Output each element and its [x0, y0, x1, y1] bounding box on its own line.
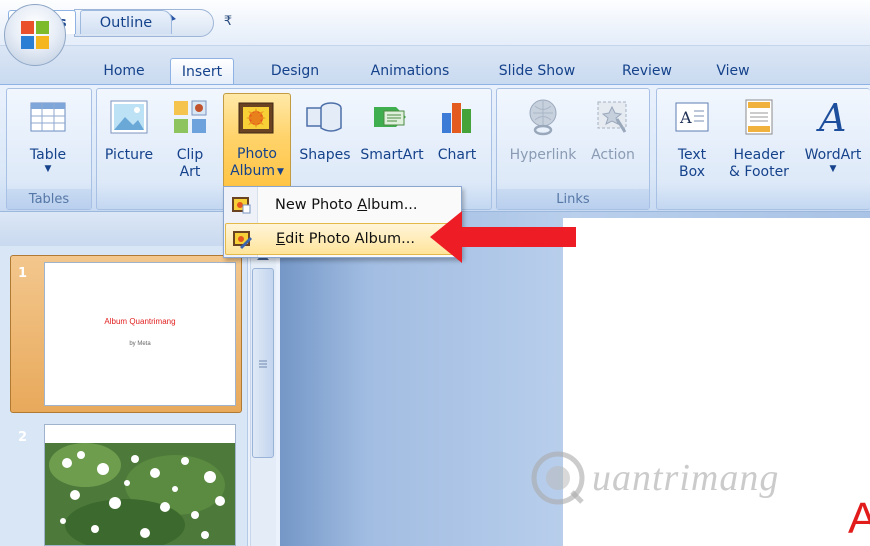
chart-icon [435, 95, 479, 139]
group-label-tables: Tables [7, 189, 91, 209]
chevron-down-icon: ▼ [44, 164, 52, 174]
chevron-down-icon: ▼ [276, 166, 284, 177]
svg-text:A: A [816, 97, 846, 137]
group-links: Hyperlink Action Links [496, 88, 650, 210]
red-arrow-annotation [430, 211, 576, 263]
wordart-icon: A [811, 95, 855, 139]
edit-photo-album-icon [226, 223, 258, 255]
slide-title: Album Quantrimang [104, 317, 176, 326]
watermark: uantrimang [528, 446, 848, 510]
hyperlink-icon [521, 95, 565, 139]
svg-text:A: A [679, 108, 692, 127]
tab-home[interactable]: Home [96, 59, 152, 83]
text-box-icon: A [670, 95, 714, 139]
office-button[interactable] [4, 4, 66, 66]
customize-qat-button[interactable]: ₹ [220, 10, 236, 32]
menu-item-edit-photo-album[interactable]: Edit Photo Album... [225, 223, 460, 255]
tab-outline[interactable]: Outline [80, 10, 172, 34]
flowers-photo [45, 425, 235, 545]
photo-album-icon [235, 96, 279, 140]
ribbon-tabs: Home Insert Design Animations Slide Show… [0, 46, 870, 84]
header-footer-icon [737, 95, 781, 139]
shapes-button[interactable]: Shapes [295, 93, 355, 191]
clip-art-button[interactable]: Clip Art [163, 93, 217, 191]
wordart-button[interactable]: A WordArt ▼ [797, 93, 869, 191]
photo-album-button[interactable]: Photo Album ▼ [223, 93, 291, 191]
smartart-icon [370, 95, 414, 139]
office-logo-icon [21, 21, 49, 49]
menu-item-new-photo-album[interactable]: New Photo Album... [225, 189, 460, 221]
tab-insert[interactable]: Insert [170, 58, 234, 84]
picture-button[interactable]: Picture [99, 93, 159, 191]
slide-number: 1 [18, 266, 28, 281]
scrollbar-thumb[interactable] [252, 268, 274, 458]
watermark-logo-icon [531, 451, 585, 505]
tab-review[interactable]: Review [612, 59, 682, 83]
tab-design[interactable]: Design [262, 59, 328, 83]
text-box-button[interactable]: A Text Box [663, 93, 721, 191]
hyperlink-button[interactable]: Hyperlink [505, 93, 581, 191]
picture-icon [107, 95, 151, 139]
chart-button[interactable]: Chart [429, 93, 485, 191]
tab-view[interactable]: View [706, 59, 760, 83]
group-tables: Table ▼ Tables [6, 88, 92, 210]
action-button[interactable]: Action [585, 93, 641, 191]
smartart-button[interactable]: SmartArt [357, 93, 427, 191]
table-icon [26, 95, 70, 139]
slide-thumbnail-1[interactable]: Album Quantrimang by Meta [44, 262, 236, 406]
clip-art-icon [168, 95, 212, 139]
tab-animations[interactable]: Animations [360, 59, 460, 83]
new-photo-album-icon [225, 189, 257, 221]
photo-album-menu: New Photo Album... Edit Photo Album... [223, 186, 462, 258]
group-text: A Text Box Header & Footer A WordArt ▼ [656, 88, 870, 210]
shapes-icon [303, 95, 347, 139]
chevron-down-icon: ▼ [829, 164, 837, 174]
watermark-text: uantrimang [592, 457, 780, 499]
table-button[interactable]: Table ▼ [15, 93, 81, 191]
slide-number: 2 [18, 430, 28, 445]
tab-slide-show[interactable]: Slide Show [488, 59, 586, 83]
group-label-links: Links [497, 189, 649, 209]
slide-subtitle: by Meta [129, 341, 151, 347]
action-icon [591, 95, 635, 139]
slide-title-partial: A [848, 494, 870, 543]
slide-thumbnail-2[interactable] [44, 424, 236, 546]
header-footer-button[interactable]: Header & Footer [723, 93, 795, 191]
